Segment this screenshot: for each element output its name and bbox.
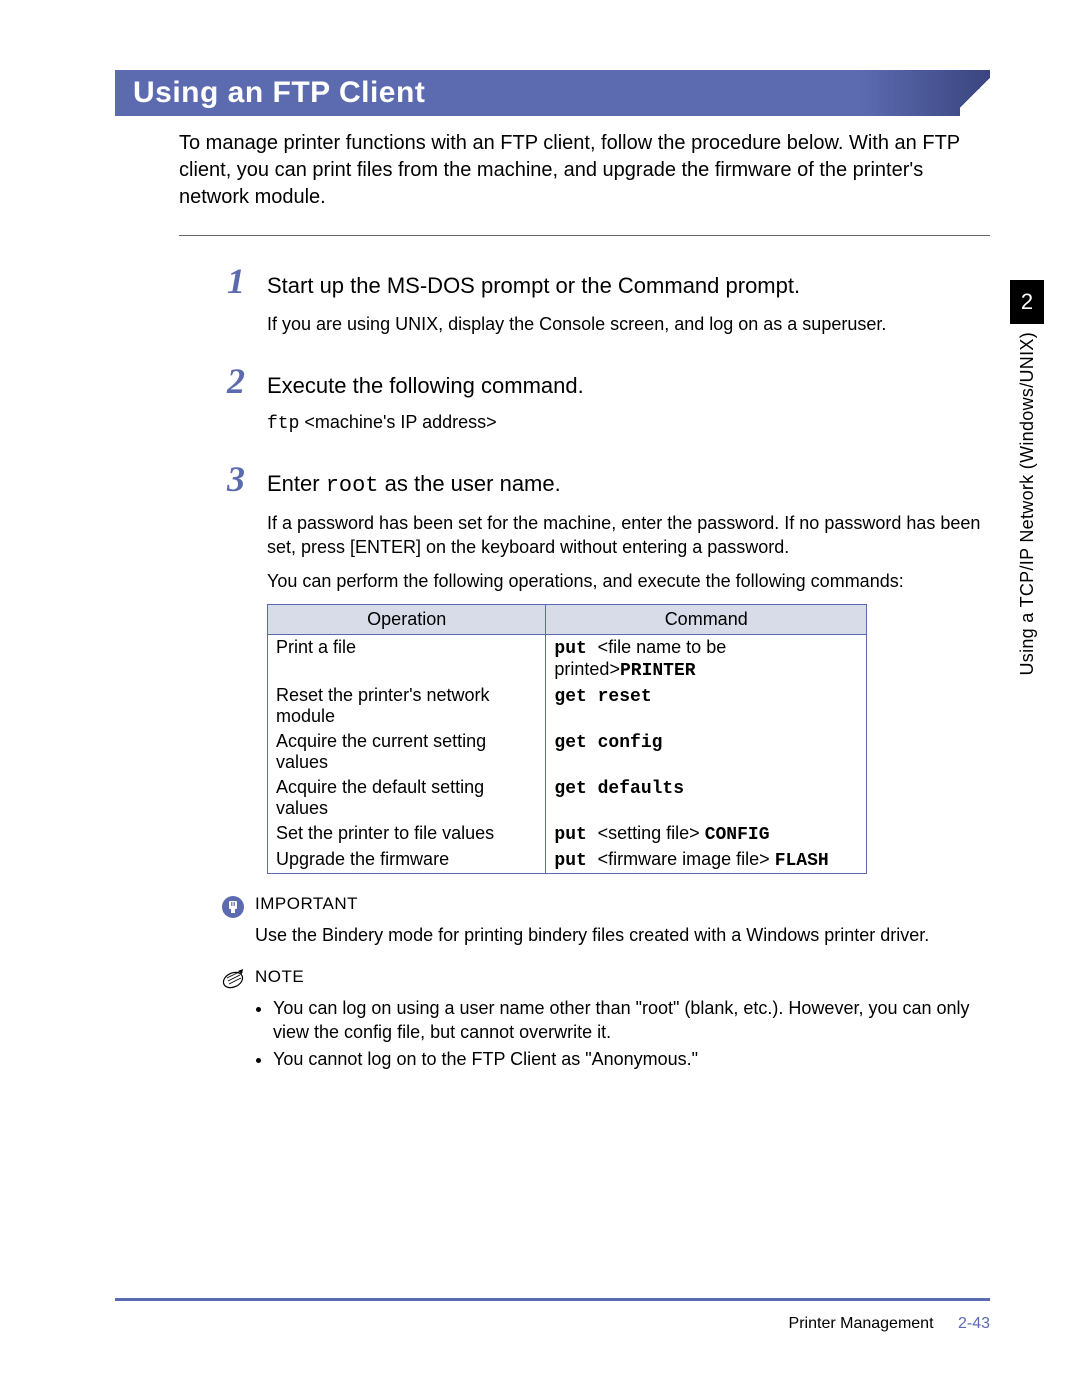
op-cell: Upgrade the firmware [268,847,546,874]
command-table-wrap: Operation Command Print a file put <file… [267,604,990,874]
note-label: NOTE [255,967,304,987]
footer-text: Printer Management 2-43 [115,1315,990,1333]
cmd-bold: put [554,851,597,871]
cmd-cell: put <setting file> CONFIG [546,821,867,847]
cmd-bold: FLASH [775,851,829,871]
note-item: You can log on using a user name other t… [273,996,990,1045]
table-row: Set the printer to file values put <sett… [268,821,867,847]
op-cell: Print a file [268,634,546,683]
cmd-bold: put [554,639,597,659]
note-item: You cannot log on to the FTP Client as "… [273,1047,990,1071]
step-title: Start up the MS-DOS prompt or the Comman… [267,272,800,301]
cmd-bold: get reset [554,687,651,707]
section-header: Using an FTP Client [115,70,990,116]
step-1: 1 Start up the MS-DOS prompt or the Comm… [221,260,990,336]
step-subtext: If you are using UNIX, display the Conso… [267,312,990,336]
side-tab: 2 Using a TCP/IP Network (Windows/UNIX) [1010,280,1044,676]
cmd-bold: put [554,825,597,845]
cmd-bold: PRINTER [620,661,696,681]
important-icon [221,895,245,919]
step-subtext: You can perform the following operations… [267,569,990,593]
table-row: Print a file put <file name to be printe… [268,634,867,683]
step-number: 2 [221,360,251,402]
step-title-part: Enter [267,471,326,496]
step-title-part: as the user name. [379,471,561,496]
cmd-arg: <setting file> [598,823,705,843]
table-row: Reset the printer's network module get r… [268,683,867,729]
step-number: 1 [221,260,251,302]
table-row: Upgrade the firmware put <firmware image… [268,847,867,874]
important-label: IMPORTANT [255,894,358,914]
cmd-cell: get reset [546,683,867,729]
cmd-bold: CONFIG [705,825,770,845]
page-footer: Printer Management 2-43 [115,1298,990,1333]
chapter-number: 2 [1021,289,1033,315]
step-title: Execute the following command. [267,372,584,401]
cmd-bold: get config [554,733,662,753]
separator-line [179,235,990,236]
cmd-cell: put <file name to be printed>PRINTER [546,634,867,683]
step-title: Enter root as the user name. [267,470,561,501]
cmd-cell: get config [546,729,867,775]
op-cell: Reset the printer's network module [268,683,546,729]
cmd-arg: <machine's IP address> [299,412,496,432]
cmd-cell: put <firmware image file> FLASH [546,847,867,874]
note-icon [221,968,245,992]
chapter-number-box: 2 [1010,280,1044,324]
op-cell: Acquire the current setting values [268,729,546,775]
page-number: 2-43 [958,1315,990,1332]
note-callout: NOTE [221,967,990,992]
command-line: ftp <machine's IP address> [267,412,990,434]
cmd-arg: <firmware image file> [598,849,775,869]
op-cell: Set the printer to file values [268,821,546,847]
important-callout: IMPORTANT [221,894,990,919]
step-2: 2 Execute the following command. ftp <ma… [221,360,990,434]
note-body: You can log on using a user name other t… [255,996,990,1071]
table-header-command: Command [546,604,867,634]
cmd-cell: get defaults [546,775,867,821]
table-header-operation: Operation [268,604,546,634]
step-subtext: If a password has been set for the machi… [267,511,990,560]
important-text: Use the Bindery mode for printing binder… [255,923,990,947]
step-number: 3 [221,458,251,500]
command-table: Operation Command Print a file put <file… [267,604,867,874]
table-row: Acquire the default setting values get d… [268,775,867,821]
step-3: 3 Enter root as the user name. If a pass… [221,458,990,873]
footer-section: Printer Management [789,1315,934,1332]
table-row: Acquire the current setting values get c… [268,729,867,775]
chapter-title-vertical: Using a TCP/IP Network (Windows/UNIX) [1017,332,1038,676]
cmd-bold: get defaults [554,779,684,799]
cmd-prefix: ftp [267,414,299,434]
code-inline: root [326,473,379,498]
intro-paragraph: To manage printer functions with an FTP … [179,130,990,211]
op-cell: Acquire the default setting values [268,775,546,821]
section-title: Using an FTP Client [133,76,425,109]
footer-rule [115,1298,990,1301]
